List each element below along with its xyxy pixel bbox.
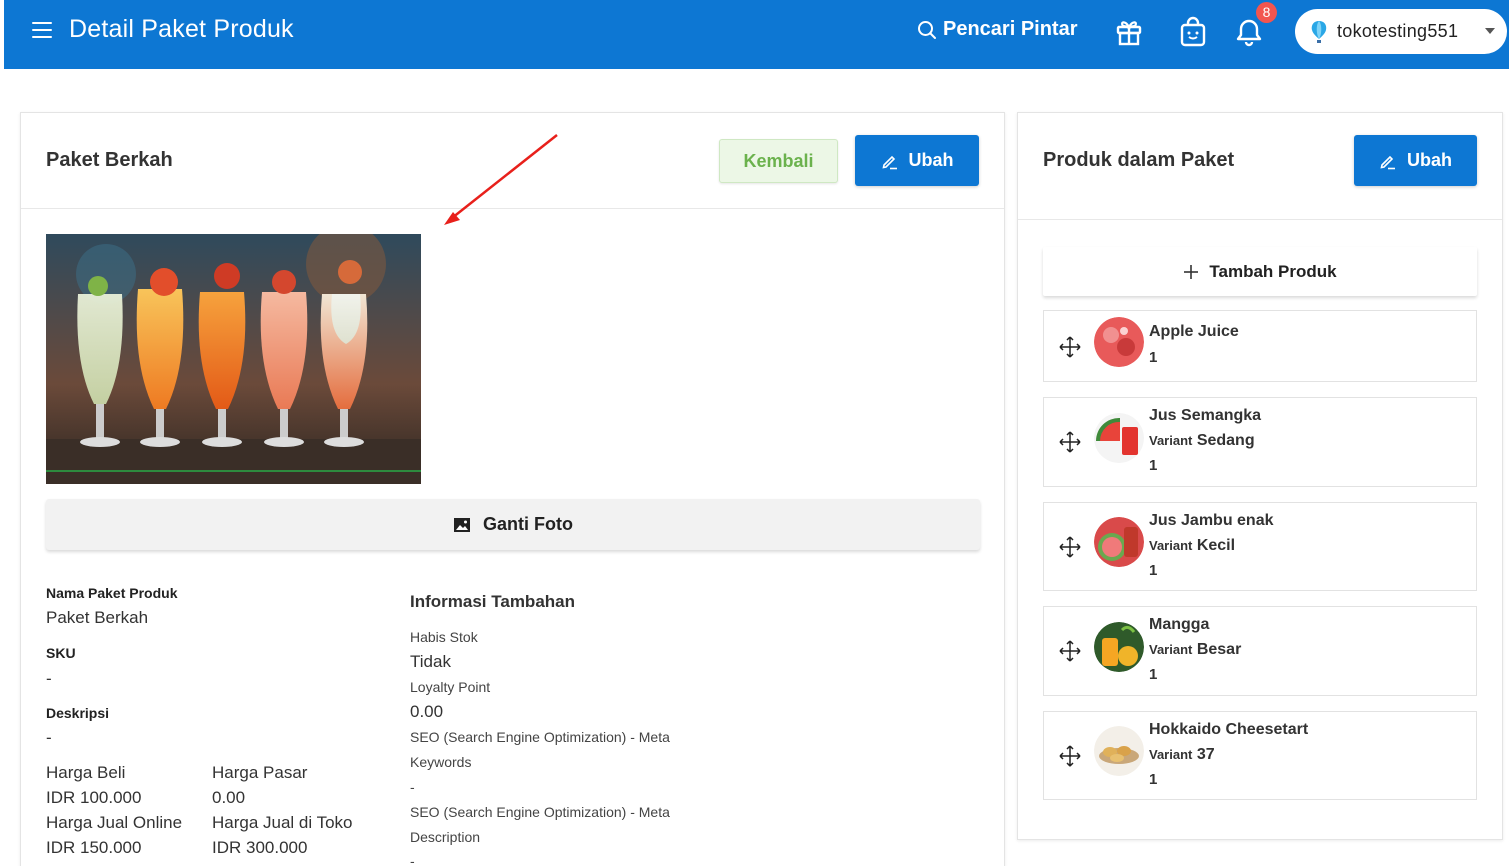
product-variant: Variant Sedang [1149, 432, 1255, 450]
product-qty: 1 [1149, 666, 1158, 683]
add-product-label: Tambah Produk [1209, 261, 1337, 281]
bundle-product-item[interactable]: Mangga Variant Besar 1 [1043, 606, 1477, 696]
store-name: tokotesting551 [1337, 21, 1459, 41]
seo-description-label: SEO (Search Engine Optimization) - Meta [410, 804, 670, 820]
bundle-name-label: Nama Paket Produk [46, 585, 178, 601]
bundle-detail-card: Paket Berkah Kembali Ubah Ganti Foto Nam… [20, 112, 1005, 866]
back-button[interactable]: Kembali [719, 139, 838, 183]
shopping-bag-icon[interactable] [1177, 16, 1209, 48]
gift-icon[interactable] [1113, 16, 1145, 48]
change-photo-label: Ganti Foto [483, 514, 573, 534]
page-title: Detail Paket Produk [69, 15, 294, 43]
bundle-name-value: Paket Berkah [46, 608, 149, 627]
variant-value: Sedang [1196, 432, 1255, 449]
bundle-product-item[interactable]: Jus Semangka Variant Sedang 1 [1043, 397, 1477, 487]
notification-badge: 8 [1256, 2, 1277, 23]
seo-keywords-label-line2: Keywords [410, 754, 472, 770]
seo-description-label-line2: Description [410, 829, 481, 845]
balloon-icon [1311, 20, 1327, 43]
product-thumbnail [1094, 517, 1144, 567]
products-in-bundle-card: Produk dalam Paket Ubah Tambah Produk Ap… [1017, 112, 1503, 840]
move-icon[interactable] [1058, 744, 1082, 768]
product-thumbnail [1094, 317, 1144, 367]
sku-value: - [46, 669, 52, 688]
online-price-label: Harga Jual Online [46, 813, 183, 832]
product-name: Jus Jambu enak [1149, 512, 1274, 529]
edit-products-label: Ubah [1407, 150, 1452, 170]
product-name: Apple Juice [1149, 323, 1239, 340]
loyalty-point-value: 0.00 [410, 702, 444, 721]
top-app-bar: Detail Paket Produk Pencari Pintar 8 tok… [4, 0, 1509, 69]
search-icon [918, 20, 936, 39]
pencil-icon [881, 155, 897, 169]
market-price-value: 0.00 [212, 788, 246, 807]
store-account-menu[interactable]: tokotesting551 [1295, 9, 1507, 54]
out-of-stock-label: Habis Stok [410, 629, 478, 645]
description-label: Deskripsi [46, 705, 110, 721]
move-icon[interactable] [1058, 639, 1082, 663]
buy-price-value: IDR 100.000 [46, 788, 142, 807]
product-qty: 1 [1149, 349, 1158, 366]
market-price-label: Harga Pasar [212, 763, 308, 782]
description-value: - [46, 728, 52, 747]
change-photo-button[interactable]: Ganti Foto [46, 499, 980, 550]
smart-search-button[interactable]: Pencari Pintar [917, 18, 1078, 41]
variant-value: Kecil [1196, 537, 1236, 554]
bundle-product-item[interactable]: Jus Jambu enak Variant Kecil 1 [1043, 502, 1477, 591]
seo-description-value: - [410, 853, 415, 866]
product-name: Hokkaido Cheesetart [1149, 721, 1309, 738]
buy-price-label: Harga Beli [46, 763, 126, 782]
product-thumbnail [1094, 622, 1144, 672]
store-price-label: Harga Jual di Toko [212, 813, 353, 832]
menu-icon[interactable] [32, 22, 52, 40]
variant-value: 37 [1196, 746, 1215, 763]
move-icon[interactable] [1058, 335, 1082, 359]
card-header-divider [1018, 219, 1502, 220]
pencil-icon [1380, 155, 1395, 169]
smart-search-label: Pencari Pintar [943, 18, 1078, 40]
additional-info-heading: Informasi Tambahan [410, 592, 575, 611]
move-icon[interactable] [1058, 430, 1082, 454]
product-qty: 1 [1149, 562, 1158, 579]
chevron-down-icon [1485, 28, 1495, 34]
plus-icon [1184, 264, 1199, 279]
out-of-stock-value: Tidak [410, 652, 451, 671]
variant-key: Variant [1149, 433, 1193, 448]
add-product-button[interactable]: Tambah Produk [1043, 247, 1477, 296]
variant-key: Variant [1149, 747, 1193, 762]
edit-bundle-label: Ubah [908, 150, 954, 170]
product-qty: 1 [1149, 771, 1158, 788]
bundle-photo [46, 234, 421, 484]
bundle-product-item[interactable]: Apple Juice 1 [1043, 310, 1477, 382]
seo-keywords-value: - [410, 779, 415, 795]
image-icon [454, 517, 470, 532]
product-variant: Variant 37 [1149, 746, 1215, 764]
variant-value: Besar [1196, 641, 1242, 658]
edit-products-button[interactable]: Ubah [1354, 135, 1477, 186]
loyalty-point-label: Loyalty Point [410, 679, 491, 695]
sku-label: SKU [46, 645, 76, 661]
store-price-value: IDR 300.000 [212, 838, 308, 857]
move-icon[interactable] [1058, 535, 1082, 559]
product-variant: Variant Besar [1149, 641, 1241, 659]
online-price-value: IDR 150.000 [46, 838, 142, 857]
product-name: Jus Semangka [1149, 407, 1262, 424]
product-name: Mangga [1149, 616, 1210, 633]
card-header-divider [21, 208, 1004, 209]
bundle-product-item[interactable]: Hokkaido Cheesetart Variant 37 1 [1043, 711, 1477, 800]
products-panel-title: Produk dalam Paket [1043, 149, 1235, 171]
variant-key: Variant [1149, 538, 1193, 553]
product-thumbnail [1094, 413, 1144, 463]
product-variant: Variant Kecil [1149, 537, 1235, 555]
edit-bundle-button[interactable]: Ubah [855, 135, 979, 186]
seo-keywords-label: SEO (Search Engine Optimization) - Meta [410, 729, 670, 745]
product-thumbnail [1094, 726, 1144, 776]
bundle-card-title: Paket Berkah [46, 149, 173, 171]
product-qty: 1 [1149, 457, 1158, 474]
variant-key: Variant [1149, 642, 1193, 657]
